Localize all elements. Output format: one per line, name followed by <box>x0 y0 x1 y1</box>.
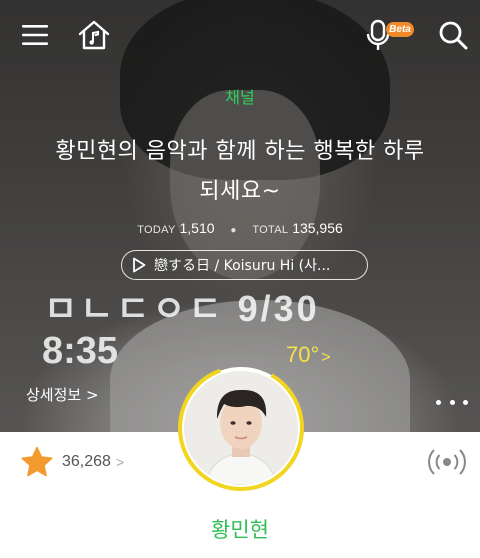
total-label: TOTAL <box>252 224 289 236</box>
star-icon <box>21 446 53 477</box>
channel-title: 황민현의 음악과 함께 하는 행복한 하루 되세요~ <box>30 132 450 212</box>
hamburger-icon <box>22 25 48 45</box>
voice-search-button[interactable]: Beta <box>364 14 416 56</box>
likes-button[interactable]: 36,268 > <box>20 446 124 478</box>
temperature-chevron: > <box>321 349 331 366</box>
search-icon <box>439 21 468 50</box>
top-bar: Beta <box>0 0 480 70</box>
channel-title-line-2: 되세요~ <box>199 179 281 204</box>
beta-badge: Beta <box>386 22 414 37</box>
stats-separator: ● <box>230 225 237 236</box>
today-count: 1,510 <box>179 220 215 236</box>
detail-info-link[interactable]: 상세정보 > <box>26 384 99 405</box>
radio-button[interactable] <box>426 445 468 479</box>
play-icon <box>132 257 146 273</box>
more-options-button[interactable] <box>436 392 468 412</box>
more-dot <box>449 399 455 405</box>
likes-chevron: > <box>115 454 125 470</box>
radio-broadcast-icon <box>428 449 466 475</box>
search-button[interactable] <box>434 16 472 54</box>
channel-label: 채널 <box>225 88 255 107</box>
home-music-icon <box>78 20 110 50</box>
now-playing-text: 戀する日 / Koisuru Hi (사... <box>154 258 331 274</box>
more-dot <box>436 399 441 405</box>
now-playing-button[interactable]: 戀する日 / Koisuru Hi (사... <box>121 250 368 280</box>
total-count: 135,956 <box>292 220 343 236</box>
home-button[interactable] <box>74 16 114 54</box>
more-dot <box>463 399 468 405</box>
profile-avatar-button[interactable] <box>177 364 305 492</box>
time-overlay: 8:35 <box>42 330 119 372</box>
today-label: TODAY <box>137 224 176 236</box>
channel-title-line-1: 황민현의 음악과 함께 하는 행복한 하루 <box>55 139 425 164</box>
date-overlay: ㅁㄴㄷㅇㄷ 9/30 <box>44 288 320 329</box>
avatar <box>184 371 298 485</box>
profile-name: 황민현 <box>211 518 269 542</box>
menu-button[interactable] <box>16 16 54 54</box>
likes-count: 36,268 <box>62 453 111 470</box>
visit-stats: TODAY 1,510 ● TOTAL 135,956 <box>0 220 480 236</box>
